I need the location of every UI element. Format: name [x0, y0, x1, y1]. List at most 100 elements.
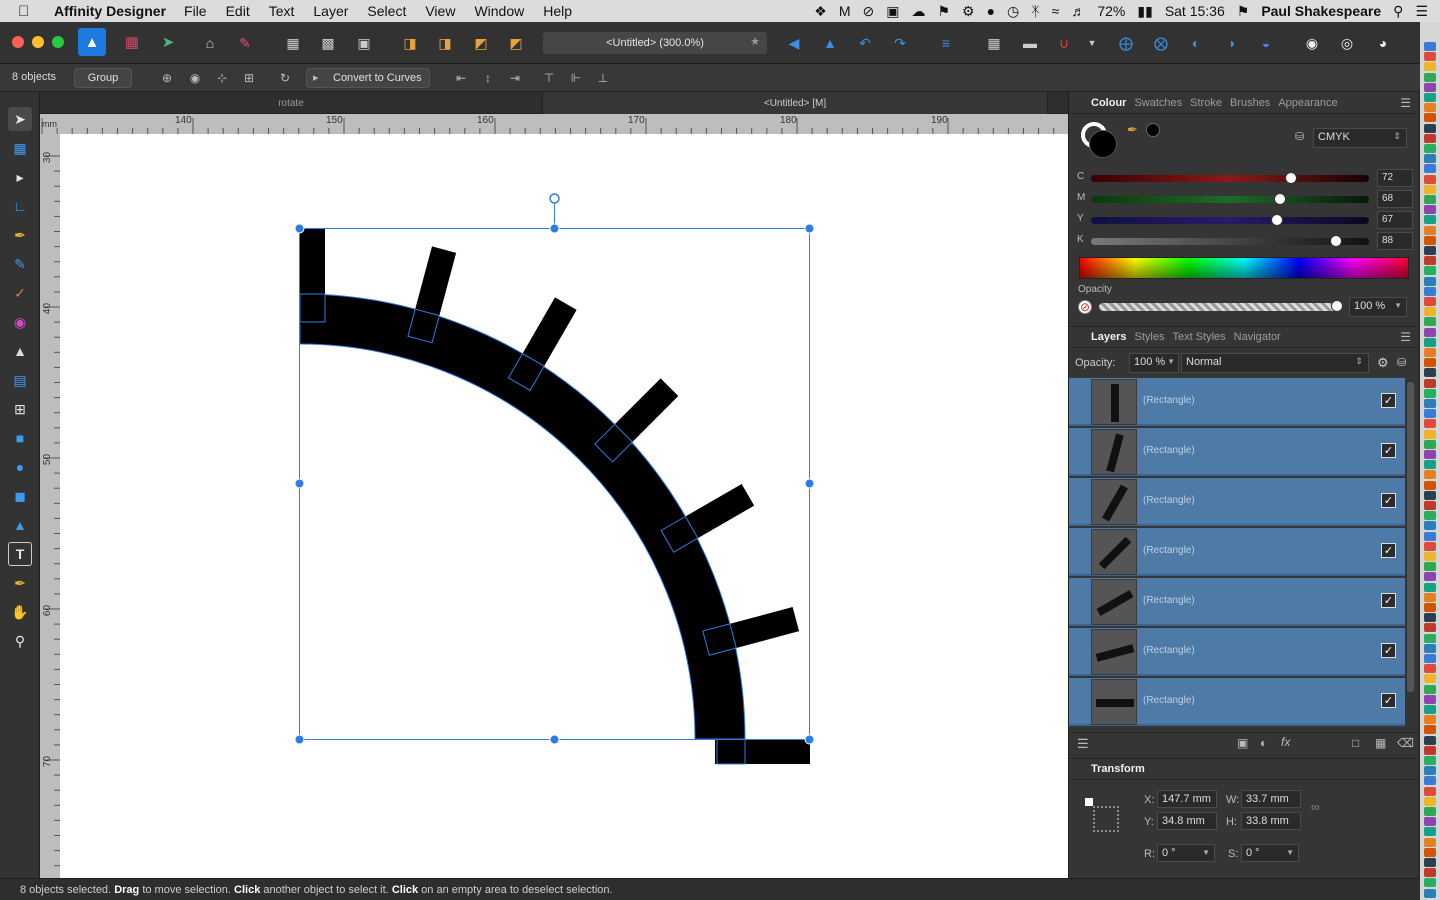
dock-app-icon[interactable] — [1424, 827, 1436, 837]
dock-app-icon[interactable] — [1424, 133, 1436, 143]
dock-app-icon[interactable] — [1424, 501, 1436, 510]
dock-app-icon[interactable] — [1424, 786, 1436, 796]
dock-app-icon[interactable] — [1424, 684, 1436, 694]
text-tool-icon[interactable]: T — [8, 542, 32, 566]
user-name[interactable]: Paul Shakespeare — [1261, 3, 1381, 19]
slider-c[interactable]: C 72 — [1077, 169, 1417, 187]
dock-app-icon[interactable] — [1424, 807, 1436, 816]
notes-icon[interactable]: ⚑ — [937, 3, 950, 20]
dock-app-icon[interactable] — [1424, 297, 1436, 306]
dock-app-icon[interactable] — [1424, 603, 1436, 612]
dock-app-icon[interactable] — [1424, 847, 1436, 857]
dock-app-icon[interactable] — [1424, 52, 1436, 62]
align-to-icon[interactable]: ⊹ — [213, 69, 231, 87]
layer-visibility-checkbox[interactable]: ✓ — [1381, 693, 1396, 708]
boolean-subtract-icon[interactable]: ⨂ — [1149, 31, 1173, 55]
layer-row[interactable]: (Rectangle) ✓ — [1069, 478, 1405, 526]
dock-app-icon[interactable] — [1424, 409, 1436, 419]
layers-stack-icon[interactable]: ☰ — [1077, 736, 1089, 752]
rectangle-tool-icon[interactable]: ■ — [8, 426, 32, 450]
fill-swatch[interactable] — [1089, 130, 1117, 158]
canvas[interactable] — [60, 134, 1068, 878]
colour-spectrum[interactable] — [1079, 257, 1409, 279]
dock-app-icon[interactable] — [1424, 766, 1436, 776]
tab-text-styles[interactable]: Text Styles — [1172, 331, 1225, 343]
dock-app-icon[interactable] — [1424, 266, 1436, 276]
snapping-dropdown-icon[interactable]: ▼ — [1080, 31, 1104, 55]
pixel-persona-icon[interactable]: ▦ — [118, 28, 146, 56]
align-center-icon[interactable]: ↕ — [479, 69, 497, 87]
hand-tool-icon[interactable]: ✋ — [8, 600, 32, 624]
insert-behind-icon[interactable]: ◎ — [1335, 31, 1359, 55]
arrange-front-icon[interactable]: ◩ — [504, 31, 528, 55]
tab-rotate[interactable]: rotate — [40, 92, 543, 114]
dock-app-icon[interactable] — [1424, 388, 1436, 398]
slider-knob[interactable] — [1329, 235, 1342, 247]
boolean-divide-icon[interactable]: ◒ — [1254, 31, 1278, 55]
layer-visibility-checkbox[interactable]: ✓ — [1381, 393, 1396, 408]
transparency-tool-icon[interactable]: ▲ — [8, 339, 32, 363]
hat-icon[interactable]: ● — [987, 3, 995, 19]
snap-grid-icon[interactable]: ▦ — [982, 31, 1006, 55]
corner-tool-icon[interactable]: ∟ — [8, 194, 32, 218]
layer-settings-icon[interactable]: ⚙ — [1377, 355, 1389, 371]
align-middle-icon[interactable]: ⊩ — [567, 69, 585, 87]
dock-app-icon[interactable] — [1424, 582, 1436, 592]
menu-edit[interactable]: Edit — [226, 3, 250, 19]
transform-origin-icon[interactable]: ⊕ — [158, 69, 176, 87]
cloud-icon[interactable]: ☁ — [911, 3, 925, 20]
wifi-icon[interactable]: ≈ — [1052, 3, 1060, 19]
add-pixel-layer-icon[interactable]: ▦ — [1375, 736, 1386, 750]
bluetooth-icon[interactable]: ᛡ — [1031, 3, 1039, 19]
view-mode-icon[interactable]: ▦ — [281, 31, 305, 55]
dock-app-icon[interactable] — [1424, 450, 1436, 459]
node-tool-icon[interactable]: ▸ — [8, 165, 32, 189]
pixel-view-icon[interactable]: ▩ — [316, 31, 340, 55]
insert-inside-icon[interactable]: ◉ — [1300, 31, 1324, 55]
dock-app-icon[interactable] — [1424, 184, 1436, 194]
vertical-ruler[interactable]: 30 40 50 60 70 — [40, 134, 60, 878]
panel-menu-icon[interactable]: ☰ — [1400, 96, 1411, 110]
dock-app-icon[interactable] — [1424, 72, 1436, 82]
time-machine-icon[interactable]: ◷ — [1007, 3, 1019, 20]
layer-visibility-checkbox[interactable]: ✓ — [1381, 643, 1396, 658]
dock-app-icon[interactable] — [1424, 817, 1436, 827]
snapping-icon[interactable]: ✎ — [233, 31, 257, 55]
rotate-cw-icon[interactable]: ↷ — [888, 31, 912, 55]
dock-app-icon[interactable] — [1424, 93, 1436, 102]
dock-app-icon[interactable] — [1424, 256, 1436, 266]
close-window-button[interactable] — [12, 36, 24, 48]
dock-app-icon[interactable] — [1424, 643, 1436, 653]
dock-app-icon[interactable] — [1424, 480, 1436, 490]
retina-view-icon[interactable]: ▣ — [352, 31, 376, 55]
dock-app-icon[interactable] — [1424, 460, 1436, 470]
delete-layer-icon[interactable]: ⌫ — [1397, 736, 1414, 750]
add-layer-icon[interactable]: □ — [1352, 736, 1359, 750]
x-field[interactable]: 147.7 mm — [1157, 790, 1217, 808]
no-colour-icon[interactable]: ⊘ — [1078, 300, 1092, 314]
insert-front-icon[interactable]: ◕ — [1371, 31, 1395, 55]
dock-app-icon[interactable] — [1424, 317, 1436, 327]
dock-app-icon[interactable] — [1424, 552, 1436, 561]
dock-app-icon[interactable] — [1424, 745, 1436, 755]
dock-app-icon[interactable] — [1424, 348, 1436, 357]
rotate-icon[interactable]: ↻ — [276, 69, 294, 87]
dock-app-icon[interactable] — [1424, 368, 1436, 378]
layer-row[interactable]: (Rectangle) ✓ — [1069, 528, 1405, 576]
link-proportions-icon[interactable]: ∞ — [1311, 800, 1320, 814]
dock-app-icon[interactable] — [1424, 42, 1436, 51]
slider-value[interactable]: 88 — [1377, 232, 1413, 250]
layer-lock-icon[interactable]: ⛁ — [1397, 356, 1406, 369]
opacity-track[interactable] — [1099, 303, 1339, 311]
menu-help[interactable]: Help — [543, 3, 572, 19]
fill-stroke-swatch[interactable] — [1081, 122, 1117, 158]
tab-navigator[interactable]: Navigator — [1234, 331, 1281, 343]
slider-m[interactable]: M 68 — [1077, 190, 1417, 208]
slider-knob[interactable] — [1285, 172, 1298, 184]
move-tool-icon[interactable]: ➤ — [8, 107, 32, 131]
app-menu[interactable]: Affinity Designer — [54, 3, 166, 19]
rotate-ccw-icon[interactable]: ↶ — [853, 31, 877, 55]
align-top-icon[interactable]: ⊤ — [540, 69, 558, 87]
vector-brush-tool-icon[interactable]: ✓ — [8, 281, 32, 305]
dock-app-icon[interactable] — [1424, 490, 1436, 500]
